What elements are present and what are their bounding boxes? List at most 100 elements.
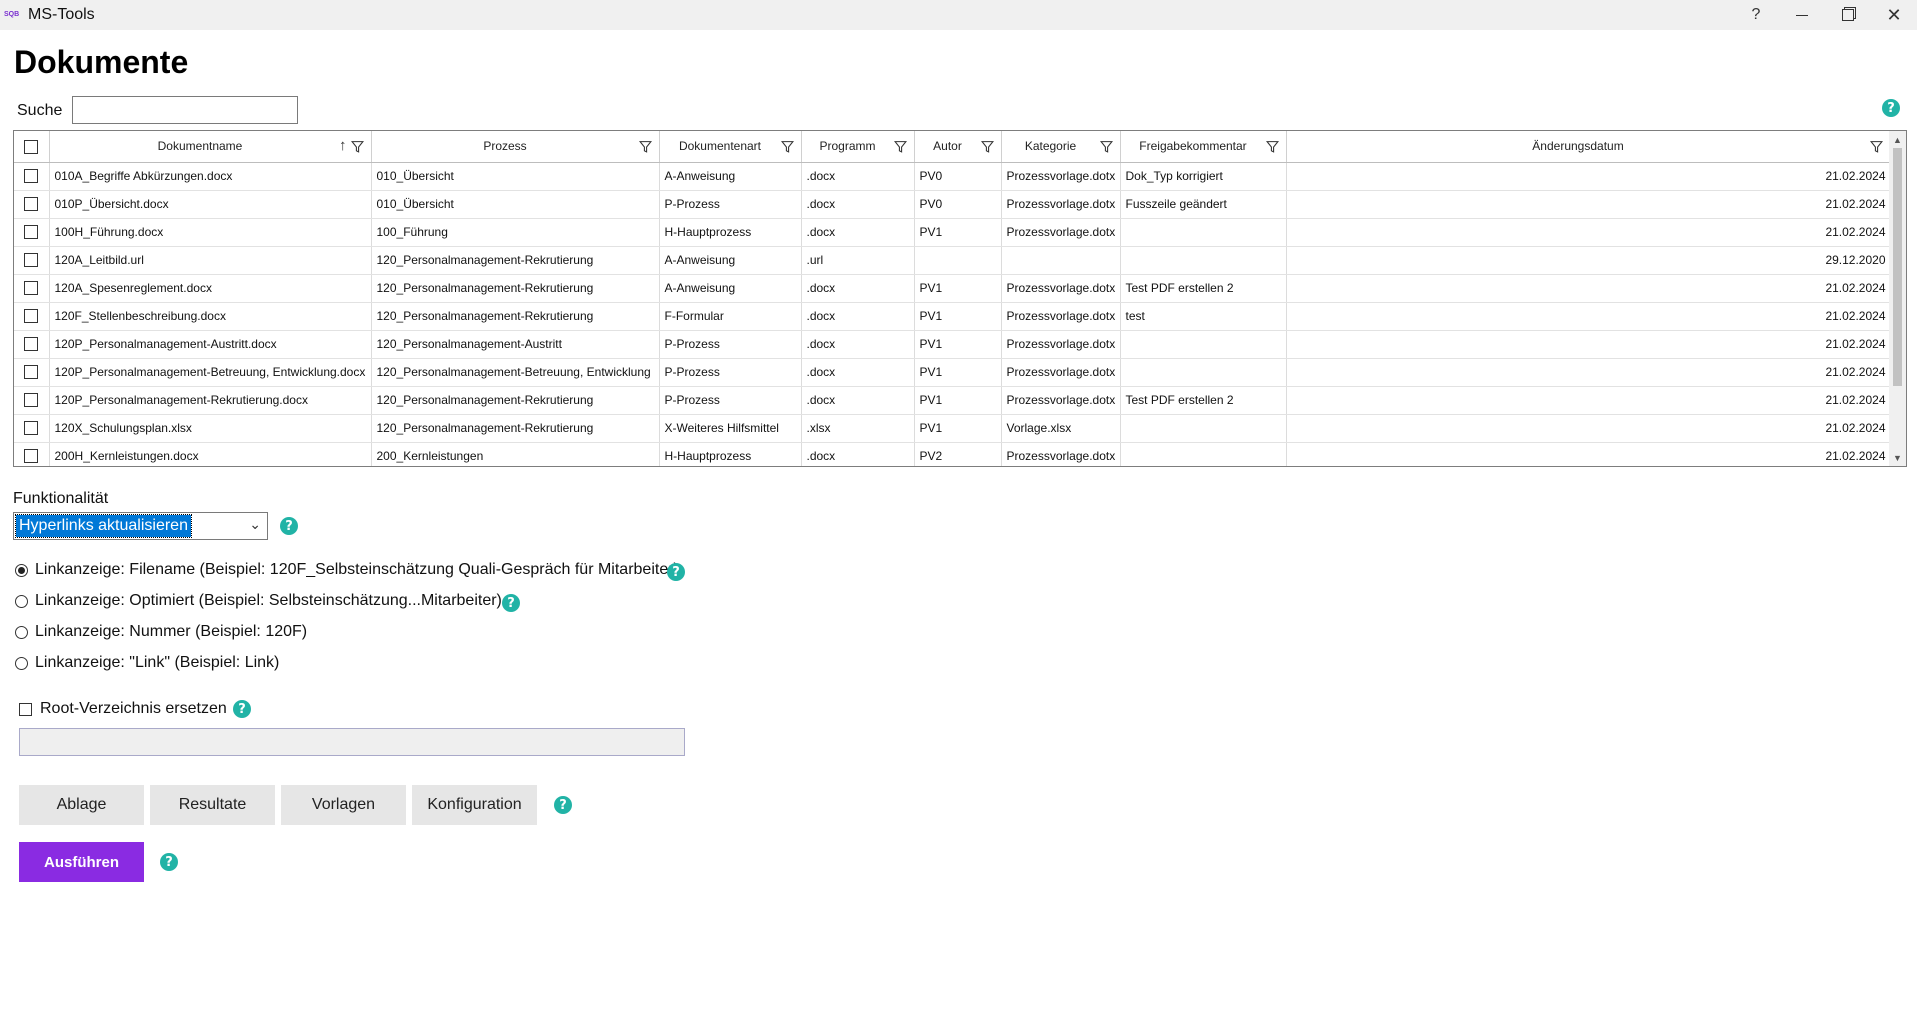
table-row[interactable]: 120P_Personalmanagement-Austritt.docx 120… xyxy=(14,330,1891,359)
table-cell: H-Hauptprozess xyxy=(659,218,802,247)
sort-ascending-icon[interactable]: ↑ xyxy=(339,138,347,153)
table-cell: 200H_Kernleistungen.docx xyxy=(49,442,372,466)
table-cell: A-Anweisung xyxy=(659,246,802,275)
optimiert-help-icon[interactable]: ? xyxy=(502,594,520,612)
column-header-aenderungsdatum[interactable]: Änderungsdatum xyxy=(1286,131,1891,163)
table-cell: PV1 xyxy=(914,414,1002,443)
root-replace-option[interactable]: Root-Verzeichnis ersetzen xyxy=(19,700,227,718)
row-checkbox[interactable] xyxy=(24,169,39,184)
table-cell: 29.12.2020 xyxy=(1286,246,1891,275)
column-header-autor[interactable]: Autor xyxy=(914,131,1002,163)
table-row[interactable]: 120F_Stellenbeschreibung.docx 120_Persona… xyxy=(14,302,1891,331)
functionality-selected-value: Hyperlinks aktualisieren xyxy=(15,514,192,538)
filter-icon[interactable] xyxy=(1869,140,1883,153)
run-help-icon[interactable]: ? xyxy=(160,853,178,871)
table-row[interactable]: 120A_Spesenreglement.docx 120_Personalman… xyxy=(14,274,1891,303)
table-row[interactable]: 120X_Schulungsplan.xlsx 120_Personalmanag… xyxy=(14,414,1891,443)
documents-grid: Dokumentname ↑ Prozess Dokumentenart Prog… xyxy=(13,130,1907,467)
radio-button[interactable] xyxy=(15,656,28,670)
radio-label: Linkanzeige: Filename (Beispiel: 120F_Se… xyxy=(35,561,679,578)
filter-icon[interactable] xyxy=(638,140,652,153)
table-cell: Vorlage.xlsx xyxy=(1001,414,1121,443)
scroll-down-icon[interactable]: ▼ xyxy=(1889,449,1906,466)
table-row[interactable]: 010P_Übersicht.docx 010_Übersicht P-Prozes… xyxy=(14,190,1891,219)
root-replace-checkbox[interactable] xyxy=(19,702,32,716)
vertical-scrollbar[interactable]: ▲ ▼ xyxy=(1889,131,1906,466)
row-checkbox[interactable] xyxy=(24,197,39,212)
close-button[interactable]: ✕ xyxy=(1871,0,1917,30)
table-cell: .docx xyxy=(801,162,915,191)
row-checkbox[interactable] xyxy=(24,393,39,408)
filter-icon[interactable] xyxy=(350,140,364,153)
row-checkbox[interactable] xyxy=(24,309,39,324)
functionality-label: Funktionalität xyxy=(13,490,109,507)
row-checkbox[interactable] xyxy=(24,281,39,296)
filter-icon[interactable] xyxy=(1099,140,1113,153)
root-help-icon[interactable]: ? xyxy=(233,700,251,718)
help-window-button[interactable]: ? xyxy=(1733,0,1779,30)
resultate-button[interactable]: Resultate xyxy=(150,785,275,825)
row-checkbox[interactable] xyxy=(24,365,39,380)
row-select-cell xyxy=(14,274,50,303)
table-row[interactable]: 120P_Personalmanagement-Betreuung, Entwi… xyxy=(14,358,1891,387)
column-header-label: Kategorie xyxy=(1024,139,1077,154)
table-cell: Fusszeile geändert xyxy=(1120,190,1287,219)
table-row[interactable]: 120A_Leitbild.url 120_Personalmanagement-… xyxy=(14,246,1891,275)
run-button[interactable]: Ausführen xyxy=(19,842,144,882)
radio-label: Linkanzeige: Nummer (Beispiel: 120F) xyxy=(35,623,308,640)
column-header-programm[interactable]: Programm xyxy=(801,131,915,163)
column-header-prozess[interactable]: Prozess xyxy=(371,131,660,163)
table-cell: 120P_Personalmanagement-Rekrutierung.doc… xyxy=(49,386,372,415)
row-checkbox[interactable] xyxy=(24,449,39,464)
minimize-button[interactable] xyxy=(1779,0,1825,30)
scroll-up-icon[interactable]: ▲ xyxy=(1889,131,1906,148)
table-cell: P-Prozess xyxy=(659,190,802,219)
table-row[interactable]: 010A_Begriffe Abkürzungen.docx 010_Übersi… xyxy=(14,162,1891,191)
functionality-dropdown[interactable]: Hyperlinks aktualisieren ⌄ xyxy=(13,512,268,540)
table-row[interactable]: 120P_Personalmanagement-Rekrutierung.doc… xyxy=(14,386,1891,415)
buttons-help-icon[interactable]: ? xyxy=(554,796,572,814)
radio-button-selected[interactable] xyxy=(15,563,28,577)
select-all-header xyxy=(14,131,50,163)
root-path-input[interactable] xyxy=(19,728,685,756)
row-checkbox[interactable] xyxy=(24,253,39,268)
table-row[interactable]: 200H_Kernleistungen.docx 200_Kernleistung… xyxy=(14,442,1891,466)
radio-linkanzeige-optimiert[interactable]: Linkanzeige: Optimiert (Beispiel: Selbst… xyxy=(15,592,502,610)
column-header-kategorie[interactable]: Kategorie xyxy=(1001,131,1121,163)
column-header-dokumentenart[interactable]: Dokumentenart xyxy=(659,131,802,163)
restore-button[interactable] xyxy=(1825,0,1871,30)
radio-linkanzeige-nummer[interactable]: Linkanzeige: Nummer (Beispiel: 120F) xyxy=(15,623,307,641)
column-header-dokumentname[interactable]: Dokumentname ↑ xyxy=(49,131,372,163)
filter-icon[interactable] xyxy=(780,140,794,153)
table-cell: 120P_Personalmanagement-Betreuung, Entwi… xyxy=(49,358,372,387)
table-cell: 120_Personalmanagement-Rekrutierung xyxy=(371,386,660,415)
table-cell: 120X_Schulungsplan.xlsx xyxy=(49,414,372,443)
ablage-button[interactable]: Ablage xyxy=(19,785,144,825)
table-cell: 120_Personalmanagement-Rekrutierung xyxy=(371,246,660,275)
row-checkbox[interactable] xyxy=(24,225,39,240)
row-checkbox[interactable] xyxy=(24,421,39,436)
filter-icon[interactable] xyxy=(1265,140,1279,153)
filter-icon[interactable] xyxy=(980,140,994,153)
help-icon[interactable]: ? xyxy=(1882,99,1900,117)
radio-button[interactable] xyxy=(15,594,28,608)
radio-linkanzeige-link[interactable]: Linkanzeige: "Link" (Beispiel: Link) xyxy=(15,654,279,672)
column-header-freigabekommentar[interactable]: Freigabekommentar xyxy=(1120,131,1287,163)
row-checkbox[interactable] xyxy=(24,337,39,352)
table-cell: Prozessvorlage.dotx xyxy=(1001,358,1121,387)
radio-linkanzeige-filename[interactable]: Linkanzeige: Filename (Beispiel: 120F_Se… xyxy=(15,561,679,579)
filter-icon[interactable] xyxy=(893,140,907,153)
table-cell: Prozessvorlage.dotx xyxy=(1001,330,1121,359)
radio-button[interactable] xyxy=(15,625,28,639)
scrollbar-thumb[interactable] xyxy=(1893,148,1902,386)
filename-help-icon[interactable]: ? xyxy=(667,563,685,581)
vorlagen-button[interactable]: Vorlagen xyxy=(281,785,406,825)
table-row[interactable]: 100H_Führung.docx 100_Führung H-Hauptproze… xyxy=(14,218,1891,247)
search-input[interactable] xyxy=(72,96,298,124)
functionality-help-icon[interactable]: ? xyxy=(280,517,298,535)
row-select-cell xyxy=(14,386,50,415)
konfiguration-button[interactable]: Konfiguration xyxy=(412,785,537,825)
table-cell xyxy=(1120,414,1287,443)
chevron-down-icon: ⌄ xyxy=(249,516,261,532)
select-all-checkbox[interactable] xyxy=(24,139,39,154)
